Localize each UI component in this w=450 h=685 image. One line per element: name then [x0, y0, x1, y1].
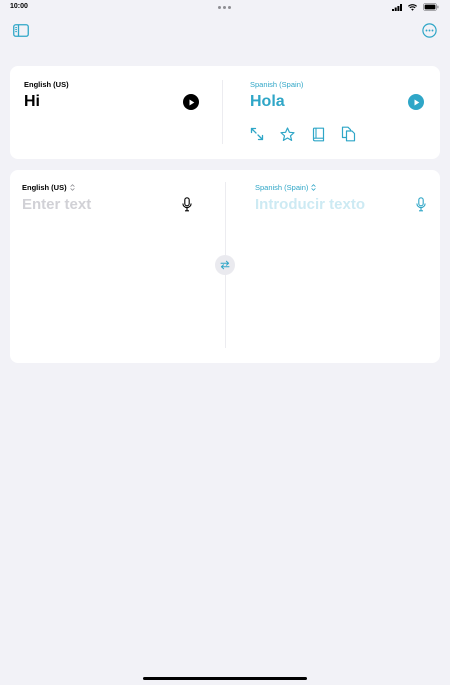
source-language-label: English (US) [22, 183, 67, 192]
target-dictation-button[interactable] [414, 196, 428, 212]
chevron-up-down-icon [69, 184, 75, 191]
source-text-input[interactable] [22, 194, 172, 214]
expand-icon [250, 127, 264, 141]
chevron-up-down-icon [311, 184, 317, 191]
status-time: 10:00 [10, 3, 28, 10]
result-source-language: English (US) [24, 80, 69, 89]
target-language-label: Spanish (Spain) [255, 183, 309, 192]
wifi-icon [408, 3, 417, 11]
more-options-button[interactable] [420, 21, 438, 39]
result-divider [222, 80, 223, 144]
fullscreen-button[interactable] [249, 126, 265, 142]
translate-app-screen: 10:00 English (US) Hi Spanish (Spain) Ho… [0, 0, 450, 685]
copy-icon [341, 126, 355, 142]
cellular-signal-icon [392, 3, 402, 11]
result-source-text: Hi [24, 93, 40, 110]
microphone-icon [416, 196, 426, 211]
play-target-button[interactable] [408, 94, 424, 110]
play-source-button[interactable] [183, 94, 199, 110]
status-bar: 10:00 [0, 0, 450, 14]
target-language-selector[interactable]: Spanish (Spain) [255, 183, 317, 192]
home-indicator[interactable] [143, 677, 307, 680]
source-dictation-button[interactable] [180, 196, 194, 212]
battery-icon [423, 3, 439, 11]
swap-arrows-icon [220, 260, 230, 270]
result-target-text: Hola [250, 93, 285, 110]
status-icons [392, 3, 439, 11]
result-target-language: Spanish (Spain) [250, 80, 304, 89]
dictionary-button[interactable] [310, 126, 326, 142]
ellipsis-circle-icon [421, 22, 437, 38]
play-icon [189, 99, 194, 105]
target-text-input[interactable] [255, 194, 405, 214]
multitasking-dots-icon[interactable] [218, 6, 231, 9]
dictionary-icon [312, 127, 324, 141]
sidebar-toggle-button[interactable] [12, 21, 30, 39]
favorite-button[interactable] [279, 126, 295, 142]
swap-languages-button[interactable] [215, 255, 235, 275]
microphone-icon [182, 196, 192, 211]
source-language-selector[interactable]: English (US) [22, 183, 75, 192]
star-icon [279, 126, 295, 141]
play-icon [414, 99, 419, 105]
translation-result-card [10, 66, 440, 159]
copy-button[interactable] [340, 126, 356, 142]
sidebar-icon [13, 23, 29, 37]
